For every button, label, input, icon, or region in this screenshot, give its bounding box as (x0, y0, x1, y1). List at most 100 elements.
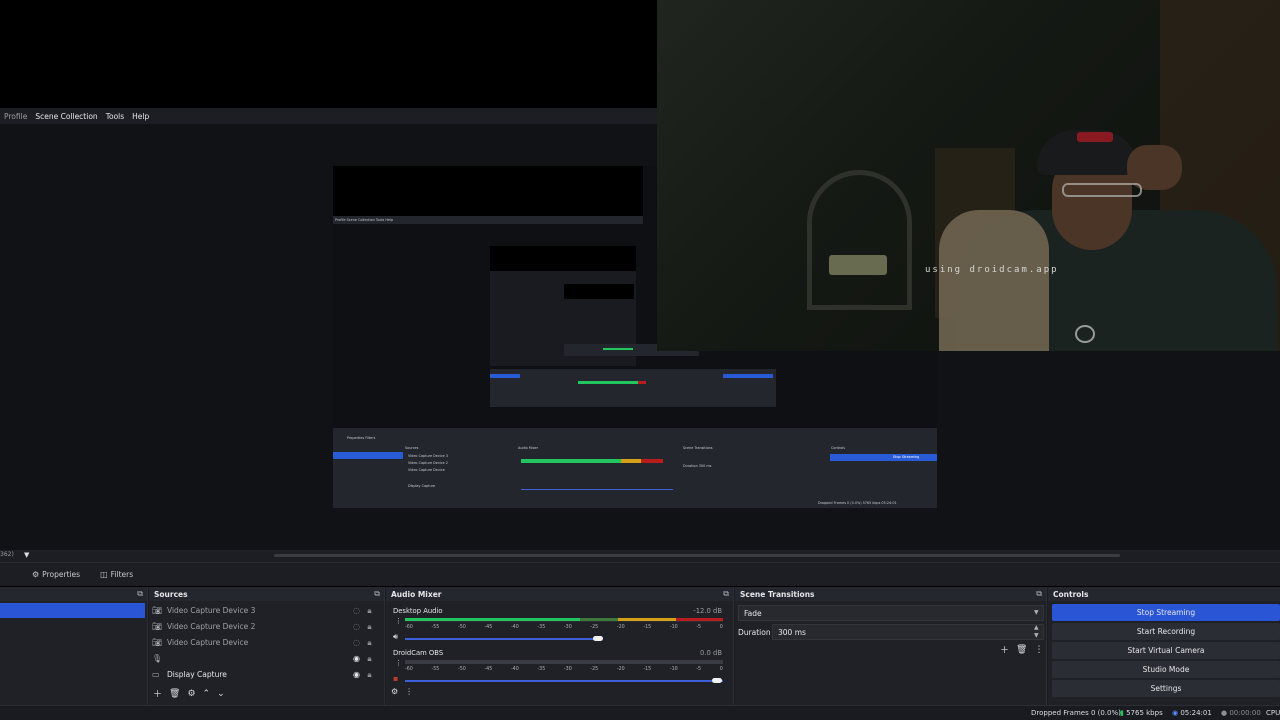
filters-label: Filters (110, 570, 134, 579)
stepper-up-icon[interactable]: ▲ (1034, 624, 1039, 631)
volume-slider[interactable] (405, 680, 723, 682)
transition-select[interactable]: Fade (738, 605, 1044, 621)
menubar: Profile Scene Collection Tools Help (0, 108, 657, 124)
record-icon: ● (1221, 709, 1228, 717)
channel-db: -12.0 dB (693, 607, 722, 615)
scrollbar-thumb[interactable] (274, 554, 1120, 557)
microphone-icon: 🎙︎ (152, 654, 163, 663)
stream-time-status: ◉ 05:24:01 (1172, 709, 1212, 717)
duration-input[interactable]: 300 ms (772, 624, 1044, 640)
source-item[interactable]: 🎙︎ ◉ 🔒︎ (152, 651, 376, 666)
menu-help[interactable]: Help (132, 112, 149, 121)
kebab-icon[interactable]: ⋮ (1034, 645, 1043, 655)
meter-gap (405, 621, 723, 622)
menu-tools[interactable]: Tools (106, 112, 124, 121)
trash-icon[interactable]: 🗑︎ (1016, 645, 1027, 655)
volume-slider[interactable] (405, 638, 600, 640)
stream-time-value: 05:24:01 (1180, 709, 1212, 717)
dropdown-arrow-icon[interactable]: ▼ (24, 551, 29, 559)
lock-icon[interactable]: 🔒︎ (363, 654, 376, 664)
eye-hidden-icon[interactable]: ◌ (350, 638, 363, 647)
source-label: Video Capture Device 3 (167, 606, 256, 615)
nested-stop-streaming (830, 454, 937, 461)
audio-toolbar: ⚙ ⋮ (391, 687, 413, 696)
gear-icon[interactable]: ⚙ (391, 687, 398, 696)
signal-icon: ▮ (1120, 709, 1124, 717)
nested-controls-title: Controls (831, 446, 846, 450)
dock-menu-icon[interactable]: ⧉ (374, 589, 380, 599)
nested-source-3: Video Capture Device (408, 468, 445, 472)
eye-hidden-icon[interactable]: ◌ (350, 606, 363, 615)
sources-toolbar: ＋ 🗑︎ ⚙ ⌃ ⌄ (153, 687, 225, 701)
source-item[interactable]: 📷︎ Video Capture Device 3 ◌ 🔒︎ (152, 603, 376, 618)
filters-button[interactable]: ◫ Filters (96, 566, 137, 584)
meter-ticks: -60 -55 -50 -45 -40 -35 -30 -25 -20 -15 -10 -5 0 (405, 667, 723, 672)
speaker-icon[interactable]: 🔊︎ (393, 632, 398, 642)
webcam-overlay: using droidcam.app (657, 0, 1280, 351)
move-down-icon[interactable]: ⌄ (217, 689, 225, 699)
start-recording-button[interactable]: Start Recording (1052, 623, 1280, 640)
webcam-watermark: using droidcam.app (925, 265, 1059, 275)
muted-speaker-icon[interactable]: ▪ (393, 674, 398, 683)
properties-button[interactable]: ⚙ Properties (28, 566, 84, 584)
gear-icon[interactable]: ⚙ (187, 689, 195, 699)
eye-hidden-icon[interactable]: ◌ (350, 622, 363, 631)
nested-meter-3 (603, 348, 633, 350)
source-item[interactable]: ▭ Display Capture ◉ 🔒︎ (152, 667, 376, 682)
source-item[interactable]: 📷︎ Video Capture Device 2 ◌ 🔒︎ (152, 619, 376, 634)
start-virtual-camera-button[interactable]: Start Virtual Camera (1052, 642, 1280, 659)
kebab-icon[interactable]: ⋮ (405, 687, 413, 696)
lock-icon[interactable]: 🔒︎ (363, 606, 376, 616)
lock-icon[interactable]: 🔒︎ (363, 638, 376, 648)
lock-icon[interactable]: 🔒︎ (363, 622, 376, 632)
eye-icon[interactable]: ◉ (350, 654, 363, 663)
stop-streaming-button[interactable]: Stop Streaming (1052, 604, 1280, 621)
nested-black-2 (490, 246, 636, 271)
source-label: Video Capture Device (167, 638, 249, 647)
dock-menu-icon[interactable]: ⧉ (1036, 589, 1042, 599)
kebab-icon[interactable]: ⋮ (395, 617, 402, 625)
dock-menu-icon[interactable]: ⧉ (723, 589, 729, 599)
channel-name: DroidCam OBS (393, 649, 444, 657)
menu-profile[interactable]: Profile (4, 112, 27, 121)
gear-icon: ⚙ (32, 570, 40, 579)
source-label: Video Capture Device 2 (167, 622, 256, 631)
camera-icon: 📷︎ (152, 622, 163, 631)
add-icon[interactable]: ＋ (1000, 643, 1009, 656)
channel-db: 0.0 dB (700, 649, 722, 657)
add-icon[interactable]: ＋ (153, 687, 162, 700)
channel-name: Desktop Audio (393, 607, 443, 615)
sources-title: Sources (154, 589, 188, 599)
move-up-icon[interactable]: ⌃ (203, 689, 211, 699)
settings-button[interactable]: Settings (1052, 680, 1280, 697)
camera-icon: 📷︎ (152, 606, 163, 615)
preview-scrollbar[interactable] (0, 550, 1280, 562)
controls-header: Controls (1048, 587, 1280, 601)
source-item[interactable]: 📷︎ Video Capture Device ◌ 🔒︎ (152, 635, 376, 650)
menu-scene-collection[interactable]: Scene Collection (35, 112, 97, 121)
volume-slider-knob[interactable] (593, 636, 603, 641)
volume-slider-knob[interactable] (712, 678, 722, 683)
record-time-value: 00:00:00 (1229, 709, 1261, 717)
nested-stop-2 (723, 374, 773, 378)
nested-sources-title: Sources (405, 446, 419, 450)
dock-menu-icon[interactable]: ⧉ (137, 589, 143, 599)
nested-source-1: Video Capture Device 3 (408, 454, 448, 458)
chevron-down-icon[interactable]: ▼ (1034, 609, 1039, 616)
lock-icon[interactable]: 🔒︎ (363, 670, 376, 680)
webcam-arch (807, 170, 912, 310)
properties-bar: ⚙ Properties ◫ Filters (0, 562, 1280, 586)
audio-mixer-title: Audio Mixer (391, 589, 442, 599)
status-bar: Dropped Frames 0 (0.0%) ▮ 5765 kbps ◉ 05… (0, 705, 1280, 720)
nested-meter-green (521, 459, 621, 463)
stepper-down-icon[interactable]: ▼ (1034, 632, 1039, 639)
record-time-status: ● 00:00:00 (1221, 709, 1261, 717)
transitions-toolbar: ＋ 🗑︎ ⋮ (1000, 643, 1043, 657)
studio-mode-button[interactable]: Studio Mode (1052, 661, 1280, 678)
kebab-icon[interactable]: ⋮ (395, 659, 402, 667)
eye-icon[interactable]: ◉ (350, 670, 363, 679)
trash-icon[interactable]: 🗑︎ (169, 689, 180, 699)
nested-meter-red (641, 459, 663, 463)
scene-item-selected[interactable] (0, 603, 145, 618)
source-label: Display Capture (167, 670, 227, 679)
